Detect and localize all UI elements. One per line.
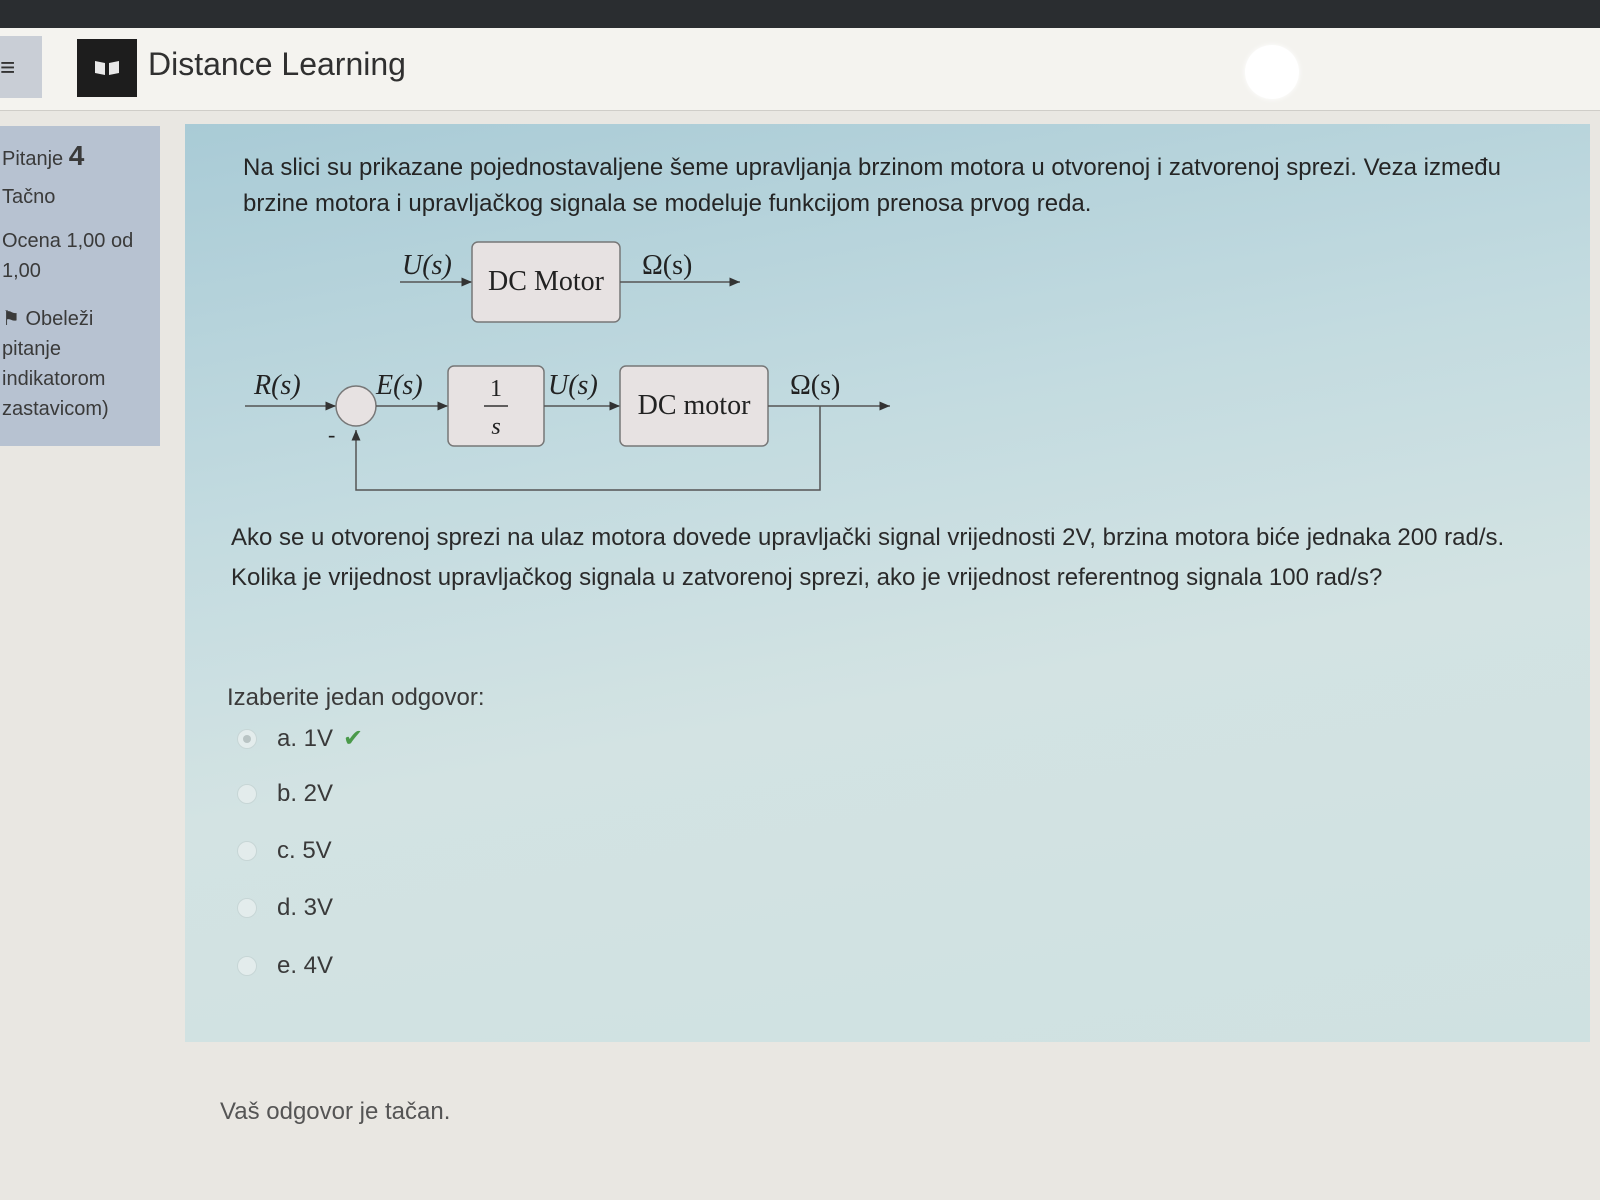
answer-label: d. 3V [277, 894, 334, 921]
grade-line-2: 1,00 [2, 260, 41, 282]
question-number-line: Pitanje 4 [2, 140, 84, 172]
flag-icon: ⚑ [2, 308, 20, 330]
flag-line-2: pitanje [2, 338, 61, 360]
question-status: Tačno [2, 186, 56, 208]
open-output-label: Ω(s) [642, 250, 692, 281]
radio-button[interactable] [237, 956, 257, 976]
user-avatar[interactable] [1245, 45, 1299, 99]
answer-label: c. 5V [277, 837, 332, 864]
question-label: Pitanje [2, 148, 64, 170]
answer-label: a. 1V [277, 724, 334, 752]
flag-line-1: Obeleži [25, 308, 94, 330]
site-logo[interactable] [77, 39, 137, 97]
closed-minus-sign: - [328, 422, 335, 447]
question-number: 4 [68, 140, 85, 171]
question-info-panel: Pitanje 4 Tačno Ocena 1,00 od 1,00 ⚑ Obe… [0, 126, 160, 446]
book-icon [95, 61, 119, 75]
closed-output-label: Ω(s) [790, 370, 840, 401]
answer-option-c[interactable]: c. 5V [237, 837, 332, 865]
answer-feedback: Vaš odgovor je tačan. [220, 1098, 451, 1125]
question-content: Na slici su prikazane pojednostavaljene … [185, 124, 1590, 1042]
site-title[interactable]: Distance Learning [148, 46, 406, 83]
top-dark-bar [0, 0, 1600, 28]
answer-option-e[interactable]: e. 4V [237, 952, 333, 980]
integrator-denominator: s [491, 414, 500, 440]
summing-junction [335, 385, 377, 427]
radio-button-selected[interactable] [237, 728, 257, 749]
flag-question-link[interactable]: ⚑ Obeleži [2, 306, 93, 331]
hamburger-icon: ≡ [0, 51, 16, 82]
radio-button[interactable] [237, 898, 257, 918]
block-diagram: U(s) DC Motor Ω(s) R(s) - E(s) 1 s U(s) … [245, 241, 890, 491]
integrator-numerator: 1 [490, 376, 502, 402]
answer-label: e. 4V [277, 952, 334, 979]
closed-loop-diagram: R(s) - E(s) 1 s U(s) DC motor Ω(s) [245, 365, 890, 491]
closed-control-label: U(s) [548, 370, 598, 401]
flag-line-3: indikatorom [2, 368, 106, 390]
question-body: Ako se u otvorenoj sprezi na ulaz motora… [231, 524, 1505, 591]
answer-label: b. 2V [277, 780, 334, 807]
radio-button[interactable] [237, 841, 257, 861]
answer-option-a[interactable]: a. 1V ✔ [237, 724, 363, 753]
radio-button[interactable] [237, 784, 257, 804]
closed-dc-motor-label: DC motor [638, 390, 751, 421]
closed-error-label: E(s) [375, 370, 423, 401]
answer-prompt: Izaberite jedan odgovor: [227, 684, 485, 711]
menu-toggle-button[interactable]: ≡ [0, 36, 42, 98]
answer-option-d[interactable]: d. 3V [237, 894, 333, 922]
open-input-label: U(s) [402, 250, 452, 281]
question-intro: Na slici su prikazane pojednostavaljene … [243, 154, 1501, 217]
open-loop-diagram: U(s) DC Motor Ω(s) [400, 241, 740, 323]
flag-line-4: zastavicom) [2, 398, 109, 420]
site-header: ≡ Distance Learning [0, 28, 1600, 111]
check-icon: ✔ [343, 725, 364, 752]
grade-line-1: Ocena 1,00 od [2, 230, 134, 252]
open-dc-motor-label: DC Motor [488, 266, 605, 297]
answer-option-b[interactable]: b. 2V [237, 780, 333, 808]
closed-ref-label: R(s) [253, 370, 301, 401]
